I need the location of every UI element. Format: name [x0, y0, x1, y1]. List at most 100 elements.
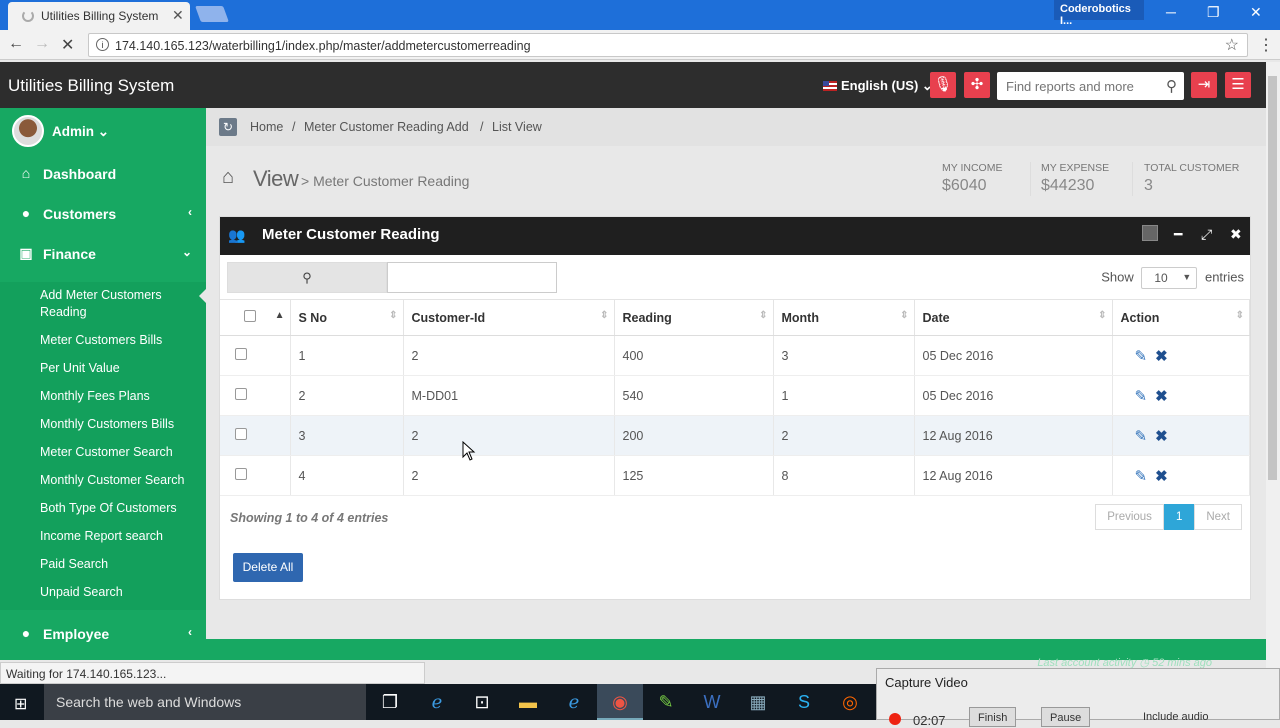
row-checkbox[interactable]	[235, 468, 247, 480]
entries-select[interactable]: 10 ▼	[1141, 267, 1198, 289]
close-window-icon[interactable]: ✕	[1250, 4, 1262, 21]
submenu-monthly-fees[interactable]: Monthly Fees Plans	[40, 388, 190, 405]
search-input[interactable]	[997, 72, 1157, 100]
logout-button[interactable]: ⇥	[1191, 72, 1217, 98]
stat-label: TOTAL CUSTOMER	[1144, 162, 1240, 174]
new-tab-button[interactable]	[195, 6, 229, 22]
sidebar-item-dashboard[interactable]: ⌂ Dashboard	[0, 154, 206, 194]
word-icon[interactable]: W	[689, 684, 735, 720]
browser-tab[interactable]: Utilities Billing System ✕	[8, 2, 190, 30]
row-checkbox[interactable]	[235, 388, 247, 400]
search-button[interactable]: ⚲	[227, 262, 387, 293]
microphone-button[interactable]: 🎙	[930, 72, 956, 98]
profile-badge[interactable]: Coderobotics I...	[1054, 0, 1144, 27]
search-icon[interactable]: ⚲	[1166, 77, 1177, 95]
col-sno[interactable]: S No ⇕	[290, 299, 404, 336]
collapse-icon[interactable]: ━	[1174, 226, 1182, 243]
col-reading[interactable]: Reading ⇕	[614, 299, 774, 336]
sidebar-item-employee[interactable]: ● Employee ‹	[0, 614, 206, 654]
browser-menu-icon[interactable]: ⋮	[1258, 35, 1274, 55]
edit-icon[interactable]: ✎	[1135, 468, 1148, 485]
stop-icon[interactable]: ✕	[61, 35, 74, 55]
row-select	[220, 375, 291, 416]
col-date[interactable]: Date ⇕	[914, 299, 1113, 336]
submenu-unpaid-search[interactable]: Unpaid Search	[40, 584, 190, 601]
submenu-paid-search[interactable]: Paid Search	[40, 556, 190, 573]
col-customer-id[interactable]: Customer-Id ⇕	[403, 299, 615, 336]
sort-asc-icon[interactable]: ▲	[275, 310, 285, 321]
delete-icon[interactable]: ✖	[1155, 468, 1168, 485]
previous-button[interactable]: Previous	[1095, 504, 1164, 530]
info-icon[interactable]: i	[96, 38, 109, 51]
delete-all-button[interactable]: Delete All	[233, 553, 303, 582]
search-icon: ⚲	[302, 270, 312, 285]
recorder-icon[interactable]: ◎	[827, 684, 873, 720]
close-icon[interactable]: ✖	[1230, 226, 1242, 243]
restore-icon[interactable]: ❐	[1207, 4, 1220, 21]
submenu-meter-search[interactable]: Meter Customer Search	[40, 444, 190, 461]
delete-icon[interactable]: ✖	[1155, 388, 1168, 405]
minimize-icon[interactable]: ─	[1166, 4, 1176, 20]
submenu-per-unit-value[interactable]: Per Unit Value	[40, 360, 190, 377]
include-audio-checkbox[interactable]: Include audio	[1135, 707, 1216, 727]
delete-icon[interactable]: ✖	[1155, 428, 1168, 445]
edit-icon[interactable]: ✎	[1135, 388, 1148, 405]
home-icon: ⌂	[21, 165, 31, 181]
notepad-icon[interactable]: ✎	[643, 684, 689, 720]
user-menu[interactable]: Admin ⌄	[0, 108, 206, 156]
store-icon[interactable]: ⊡	[459, 684, 505, 720]
finish-button[interactable]: Finish	[969, 707, 1017, 727]
app-icon[interactable]: ▦	[735, 684, 781, 720]
delete-icon[interactable]: ✖	[1155, 348, 1168, 365]
color-toggle-icon[interactable]	[1142, 225, 1158, 241]
windows-start-icon[interactable]: ⊞	[14, 694, 27, 714]
edit-icon[interactable]: ✎	[1135, 348, 1148, 365]
sidebar-item-finance[interactable]: ▣ Finance ⌄	[0, 234, 206, 274]
expand-icon[interactable]: ⤢	[1201, 226, 1212, 243]
breadcrumb-reading-add[interactable]: Meter Customer Reading Add	[304, 120, 469, 134]
row-checkbox[interactable]	[235, 348, 247, 360]
readings-table: ▲ S No ⇕ Customer-Id ⇕ Reading ⇕ Month ⇕ Dat…	[220, 299, 1250, 496]
submenu-add-meter-reading[interactable]: Add Meter Customers Reading	[40, 287, 190, 321]
back-icon[interactable]: ←	[8, 35, 24, 53]
fullscreen-button[interactable]: ✣	[964, 72, 990, 98]
submenu-monthly-search[interactable]: Monthly Customer Search	[40, 472, 190, 489]
sort-icon: ⇕	[759, 310, 768, 321]
taskbar-search[interactable]: Search the web and Windows	[44, 684, 366, 720]
task-view-icon[interactable]: ❐	[367, 684, 413, 720]
cell-reading: 200	[614, 415, 774, 456]
skype-icon[interactable]: S	[781, 684, 827, 720]
submenu-both-types[interactable]: Both Type Of Customers	[40, 500, 190, 517]
scrollbar-thumb[interactable]	[1268, 76, 1277, 480]
page-1-button[interactable]: 1	[1163, 504, 1195, 530]
row-checkbox[interactable]	[235, 428, 247, 440]
tab-title: Utilities Billing System	[41, 9, 159, 23]
user-name[interactable]: Admin ⌄	[52, 124, 109, 140]
table-row: 4 2 125 8 12 Aug 2016 ✎ ✖	[220, 455, 1250, 496]
language-selector[interactable]: English (US) ⌄	[823, 78, 933, 94]
address-bar-row: ← → ✕ i 174.140.165.123/waterbilling1/in…	[0, 30, 1280, 60]
breadcrumb-home[interactable]: Home	[250, 120, 283, 134]
submenu-meter-bills[interactable]: Meter Customers Bills	[40, 332, 190, 349]
refresh-icon[interactable]: ↻	[219, 118, 237, 136]
menu-button[interactable]: ☰	[1225, 72, 1251, 98]
table-search-input[interactable]	[387, 262, 557, 293]
page-scrollbar[interactable]	[1266, 62, 1280, 684]
pause-button[interactable]: Pause	[1041, 707, 1091, 727]
ie-icon[interactable]: ℯ	[414, 684, 460, 720]
forward-icon[interactable]: →	[34, 35, 50, 53]
bookmark-star-icon[interactable]: ☆	[1225, 35, 1239, 55]
sidebar-item-customers[interactable]: ● Customers ‹	[0, 194, 206, 234]
submenu-income-report[interactable]: Income Report search	[40, 528, 190, 545]
url-field[interactable]: i 174.140.165.123/waterbilling1/index.ph…	[88, 33, 1248, 57]
next-button[interactable]: Next	[1194, 504, 1242, 530]
folder-icon[interactable]: ▬	[505, 684, 551, 720]
close-tab-icon[interactable]: ✕	[172, 7, 184, 24]
edit-icon[interactable]: ✎	[1135, 428, 1148, 445]
chrome-icon[interactable]: ◉	[597, 684, 643, 720]
submenu-monthly-bills[interactable]: Monthly Customers Bills	[40, 416, 190, 433]
col-month[interactable]: Month ⇕	[773, 299, 915, 336]
select-all-checkbox[interactable]	[244, 310, 256, 322]
col-action[interactable]: Action ⇕	[1112, 299, 1250, 336]
edge-icon[interactable]: ℯ	[551, 684, 597, 720]
